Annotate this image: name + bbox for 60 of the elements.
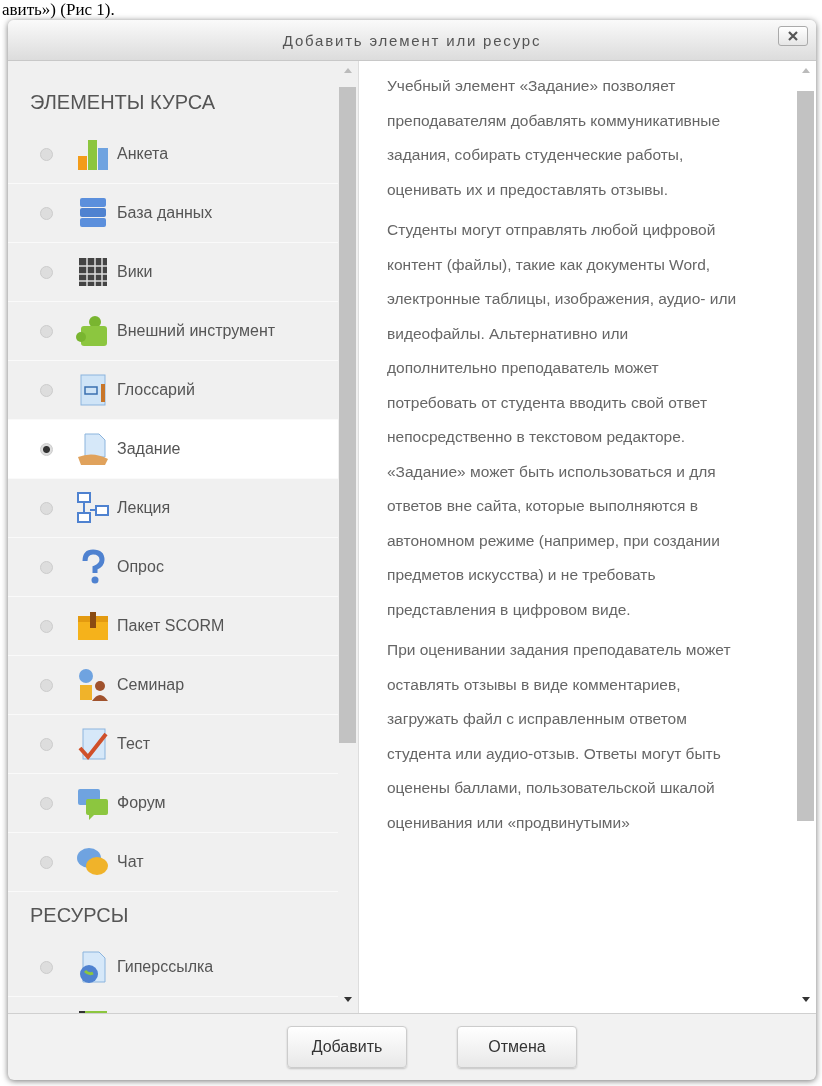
option-label: Анкета xyxy=(117,145,169,163)
section-heading: ЭЛЕМЕНТЫ КУРСА xyxy=(29,90,217,115)
close-icon[interactable] xyxy=(787,31,799,41)
radio-button[interactable] xyxy=(40,737,53,751)
radio-button[interactable] xyxy=(40,265,53,279)
assignment-icon xyxy=(75,431,111,467)
module-option[interactable]: База данных xyxy=(8,184,338,243)
option-label: Вики xyxy=(117,263,153,281)
description-paragraph: Учебный элемент «Задание» позволяет преподавателям добавлять коммуникативные задания, собирать студенческие работы, оценивать их и предоставлять отзывы. xyxy=(387,76,722,200)
radio-button[interactable] xyxy=(40,442,53,456)
option-label: Гиперссылка xyxy=(117,958,214,976)
radio-button[interactable] xyxy=(40,147,53,161)
option-label: Форум xyxy=(117,794,166,812)
module-option[interactable]: Гиперссылка xyxy=(8,938,338,997)
module-option[interactable]: Тест xyxy=(8,715,338,774)
add-button[interactable]: Добавить xyxy=(287,1026,407,1068)
module-option[interactable]: Пакет SCORM xyxy=(8,597,338,656)
scroll-up-icon[interactable] xyxy=(801,67,811,74)
scroll-down-icon[interactable] xyxy=(343,996,353,1003)
scroll-thumb[interactable] xyxy=(339,87,356,743)
option-label: Задание xyxy=(117,440,181,458)
option-label: Внешний инструмент xyxy=(117,322,276,340)
option-label: Глоссарий xyxy=(117,381,195,399)
radio-button[interactable] xyxy=(40,855,53,869)
module-option[interactable]: Чат xyxy=(8,833,338,892)
lesson-icon xyxy=(75,490,111,526)
document-text: авить») (Рис 1). xyxy=(1,0,116,20)
option-label: Чат xyxy=(117,853,144,871)
radio-button[interactable] xyxy=(40,678,53,692)
radio-button[interactable] xyxy=(40,560,53,574)
section-heading: РЕСУРСЫ xyxy=(29,903,130,928)
close-button[interactable] xyxy=(778,26,808,46)
description-paragraph: При оценивании задания преподаватель может оставлять отзывы в виде комментариев, загружать файл с исправленным ответом студента или аудио-отзыв. Ответы могут быть оценены баллами, пользовательской шкалой оценивания или «продвинутыми» xyxy=(387,640,732,833)
module-option[interactable]: Форум xyxy=(8,774,338,833)
module-option[interactable]: Анкета xyxy=(8,125,338,184)
option-label: Пакет SCORM xyxy=(117,617,225,635)
radio-button[interactable] xyxy=(40,960,53,974)
module-option[interactable]: Задание xyxy=(8,420,338,479)
cancel-button[interactable]: Отмена xyxy=(457,1026,577,1068)
scroll-up-icon[interactable] xyxy=(343,67,353,74)
option-label: Лекция xyxy=(117,499,171,517)
radio-button[interactable] xyxy=(40,501,53,515)
radio-button[interactable] xyxy=(40,796,53,810)
module-option[interactable]: Семинар xyxy=(8,656,338,715)
option-label: Опрос xyxy=(117,558,164,576)
module-option[interactable]: Лекция xyxy=(8,479,338,538)
module-option[interactable]: Внешний инструмент xyxy=(8,302,338,361)
scroll-down-icon[interactable] xyxy=(801,996,811,1003)
option-label: База данных xyxy=(117,204,213,222)
dialog-title: Добавить элемент или ресурс xyxy=(282,31,542,49)
scroll-thumb[interactable] xyxy=(797,91,814,821)
radio-button[interactable] xyxy=(40,324,53,338)
module-option[interactable]: Опрос xyxy=(8,538,338,597)
description-paragraph: Студенты могут отправлять любой цифровой контент (файлы), такие как документы Word, электронные таблицы, изображения, аудио- или видеофайлы. Альтернативно или дополнительно преподаватель может потребовать от студента вводить свой ответ непосредственно в текстовом редакторе. «Задание» может быть использоваться и для ответов вне сайта, которые выполняются в автономном режиме (например, при создании предметов искусства) и не требовать представления в цифровом виде. xyxy=(387,220,738,620)
radio-button[interactable] xyxy=(40,206,53,220)
option-label: Тест xyxy=(117,735,151,753)
radio-button[interactable] xyxy=(40,619,53,633)
option-label: Семинар xyxy=(117,676,185,694)
radio-button[interactable] xyxy=(40,383,53,397)
module-option[interactable]: Вики xyxy=(8,243,338,302)
